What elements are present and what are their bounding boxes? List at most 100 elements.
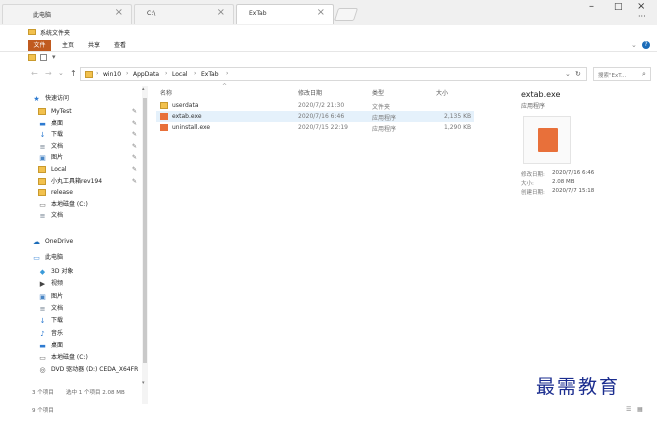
pin-icon: ✎ bbox=[132, 154, 138, 162]
tab-c-drive[interactable]: C:\ × bbox=[134, 4, 234, 24]
nav-quick-item[interactable]: Local ✎ bbox=[38, 165, 142, 175]
scrollbar-thumb[interactable] bbox=[143, 98, 147, 363]
music-icon: ♪ bbox=[40, 329, 45, 338]
navigation-pane: ★ 快速访问 MyTest ✎ ▬ 桌面 ✎ ↓ 下载 ✎ ≡ 文档 ✎ ▣ 图片 ✎ Local ✎ 小丸工具… bbox=[28, 86, 142, 404]
file-row[interactable]: uninstall.exe 2020/7/15 22:19 应用程序 1,290 KB bbox=[156, 122, 474, 133]
column-header-type[interactable]: 类型 bbox=[372, 88, 384, 97]
new-folder-icon[interactable] bbox=[28, 54, 36, 61]
nav-label: 图片 bbox=[51, 154, 64, 162]
large-icons-view-icon[interactable]: ▦ bbox=[637, 406, 643, 413]
close-icon[interactable]: × bbox=[217, 7, 225, 18]
address-bar[interactable]: › win10 › AppData › Local › ExTab › ⌄ ↻ bbox=[80, 67, 587, 81]
file-type: 应用程序 bbox=[372, 126, 397, 133]
properties-icon[interactable] bbox=[40, 54, 47, 61]
close-icon[interactable]: × bbox=[317, 7, 325, 18]
nav-pc-item[interactable]: ◎ DVD 驱动器 (D:) CEDA_X64FR bbox=[38, 365, 142, 375]
refresh-icon[interactable]: ↻ bbox=[575, 70, 581, 78]
minimize-icon[interactable]: – bbox=[589, 1, 594, 12]
file-name: extab.exe bbox=[172, 113, 202, 120]
breadcrumb-item-win10[interactable]: win10 bbox=[103, 71, 121, 78]
nav-onedrive[interactable]: ☁ OneDrive bbox=[32, 237, 142, 247]
nav-quick-item[interactable]: ≡ 文档 bbox=[38, 211, 142, 221]
folder-icon bbox=[38, 189, 46, 197]
file-row[interactable]: userdata 2020/7/2 21:30 文件夹 bbox=[156, 100, 474, 111]
tab-this-pc[interactable]: 此电脑 × bbox=[2, 4, 132, 24]
file-name: userdata bbox=[172, 102, 199, 109]
search-input[interactable]: 搜索"ExT... ⌕ bbox=[593, 67, 651, 81]
help-icon[interactable]: ? bbox=[642, 41, 650, 49]
nav-quick-item[interactable]: 小丸工具箱rev194 ✎ bbox=[38, 177, 142, 187]
nav-quick-item[interactable]: release bbox=[38, 188, 142, 198]
drive-icon: ▭ bbox=[39, 354, 46, 363]
column-header-date[interactable]: 修改日期 bbox=[298, 88, 322, 97]
nav-label: 3D 对象 bbox=[51, 268, 74, 275]
column-header-name[interactable]: 名称 bbox=[160, 88, 172, 97]
document-icon: ≡ bbox=[39, 142, 46, 151]
nav-pc-item[interactable]: ▣ 图片 bbox=[38, 292, 142, 302]
close-window-icon[interactable]: × bbox=[637, 1, 645, 12]
recent-chevron-icon[interactable]: ⌄ bbox=[58, 69, 64, 77]
nav-quick-item[interactable]: ↓ 下载 ✎ bbox=[38, 130, 142, 140]
tab-extab[interactable]: ExTab × bbox=[236, 4, 334, 24]
nav-pc-item[interactable]: ↓ 下载 bbox=[38, 316, 142, 326]
nav-quick-item[interactable]: MyTest ✎ bbox=[38, 107, 142, 117]
nav-quick-access[interactable]: ★ 快速访问 bbox=[32, 94, 142, 104]
close-icon[interactable]: × bbox=[115, 7, 123, 18]
customize-toolbar-icon[interactable]: ▾ bbox=[52, 53, 56, 61]
file-type: 文件夹 bbox=[372, 104, 391, 111]
breadcrumb-item-extab[interactable]: ExTab bbox=[201, 71, 219, 78]
document-icon: ≡ bbox=[39, 212, 46, 221]
scroll-down-icon[interactable]: ▾ bbox=[142, 380, 145, 386]
ribbon-tab-home[interactable]: 主页 bbox=[58, 40, 78, 51]
more-icon[interactable]: ··· bbox=[638, 12, 646, 21]
picture-icon: ▣ bbox=[39, 154, 46, 163]
dvd-icon: ◎ bbox=[39, 366, 46, 375]
nav-scrollbar[interactable]: ▴ ▾ bbox=[142, 86, 148, 404]
nav-quick-item[interactable]: ≡ 文档 ✎ bbox=[38, 142, 142, 152]
nav-pc-item[interactable]: ▬ 桌面 bbox=[38, 341, 142, 351]
breadcrumb-item-appdata[interactable]: AppData bbox=[133, 71, 159, 78]
nav-quick-item[interactable]: ▬ 桌面 ✎ bbox=[38, 119, 142, 129]
breadcrumb-separator: › bbox=[96, 70, 99, 77]
nav-quick-item[interactable]: ▭ 本地磁盘 (C:) bbox=[38, 200, 142, 210]
nav-label: 下载 bbox=[51, 131, 64, 139]
pin-icon: ✎ bbox=[132, 131, 138, 139]
nav-label: 图片 bbox=[51, 292, 64, 300]
pin-icon: ✎ bbox=[132, 119, 138, 127]
nav-quick-item[interactable]: ▣ 图片 ✎ bbox=[38, 153, 142, 163]
address-dropdown-icon[interactable]: ⌄ bbox=[565, 70, 571, 78]
breadcrumb-item-local[interactable]: Local bbox=[172, 71, 188, 78]
nav-pc-item[interactable]: ♪ 音乐 bbox=[38, 329, 142, 339]
nav-label: 此电脑 bbox=[45, 254, 64, 261]
file-row[interactable]: extab.exe 2020/7/16 6:46 应用程序 2,135 KB bbox=[156, 111, 474, 122]
pin-icon: ✎ bbox=[132, 108, 138, 115]
ribbon-tab-share[interactable]: 共享 bbox=[84, 40, 104, 51]
app-icon bbox=[538, 128, 558, 152]
nav-pc-item[interactable]: ▶ 视频 bbox=[38, 279, 142, 289]
scroll-up-icon[interactable]: ▴ bbox=[142, 86, 145, 92]
status-item-count: 3 个项目 bbox=[32, 390, 54, 396]
maximize-icon[interactable]: □ bbox=[614, 2, 623, 12]
new-tab-button[interactable] bbox=[333, 8, 359, 21]
status-item-count-2: 9 个项目 bbox=[32, 408, 54, 414]
computer-icon: ▭ bbox=[33, 254, 40, 262]
nav-pc-item[interactable]: ≡ 文档 bbox=[38, 304, 142, 314]
nav-pc-item[interactable]: ◆ 3D 对象 bbox=[38, 267, 142, 277]
search-icon[interactable]: ⌕ bbox=[642, 70, 646, 79]
pin-icon: ✎ bbox=[132, 177, 138, 185]
up-icon[interactable]: ↑ bbox=[70, 69, 77, 78]
forward-icon[interactable]: → bbox=[45, 69, 52, 78]
column-header-size[interactable]: 大小 bbox=[436, 88, 448, 97]
folder-icon bbox=[38, 166, 46, 173]
breadcrumb-separator: › bbox=[126, 70, 129, 77]
chevron-down-icon[interactable]: ⌄ bbox=[631, 41, 637, 49]
back-icon[interactable]: ← bbox=[31, 69, 38, 78]
details-view-icon[interactable]: ☰ bbox=[626, 406, 631, 413]
file-size: 1,290 KB bbox=[444, 124, 472, 131]
ribbon-tab-view[interactable]: 查看 bbox=[110, 40, 130, 51]
nav-this-pc[interactable]: ▭ 此电脑 bbox=[32, 253, 142, 263]
nav-pc-item[interactable]: ▭ 本地磁盘 (C:) bbox=[38, 353, 142, 363]
breadcrumb-separator: › bbox=[226, 70, 229, 77]
cloud-icon: ☁ bbox=[33, 238, 40, 246]
ribbon-tab-file[interactable]: 文件 bbox=[28, 40, 51, 51]
